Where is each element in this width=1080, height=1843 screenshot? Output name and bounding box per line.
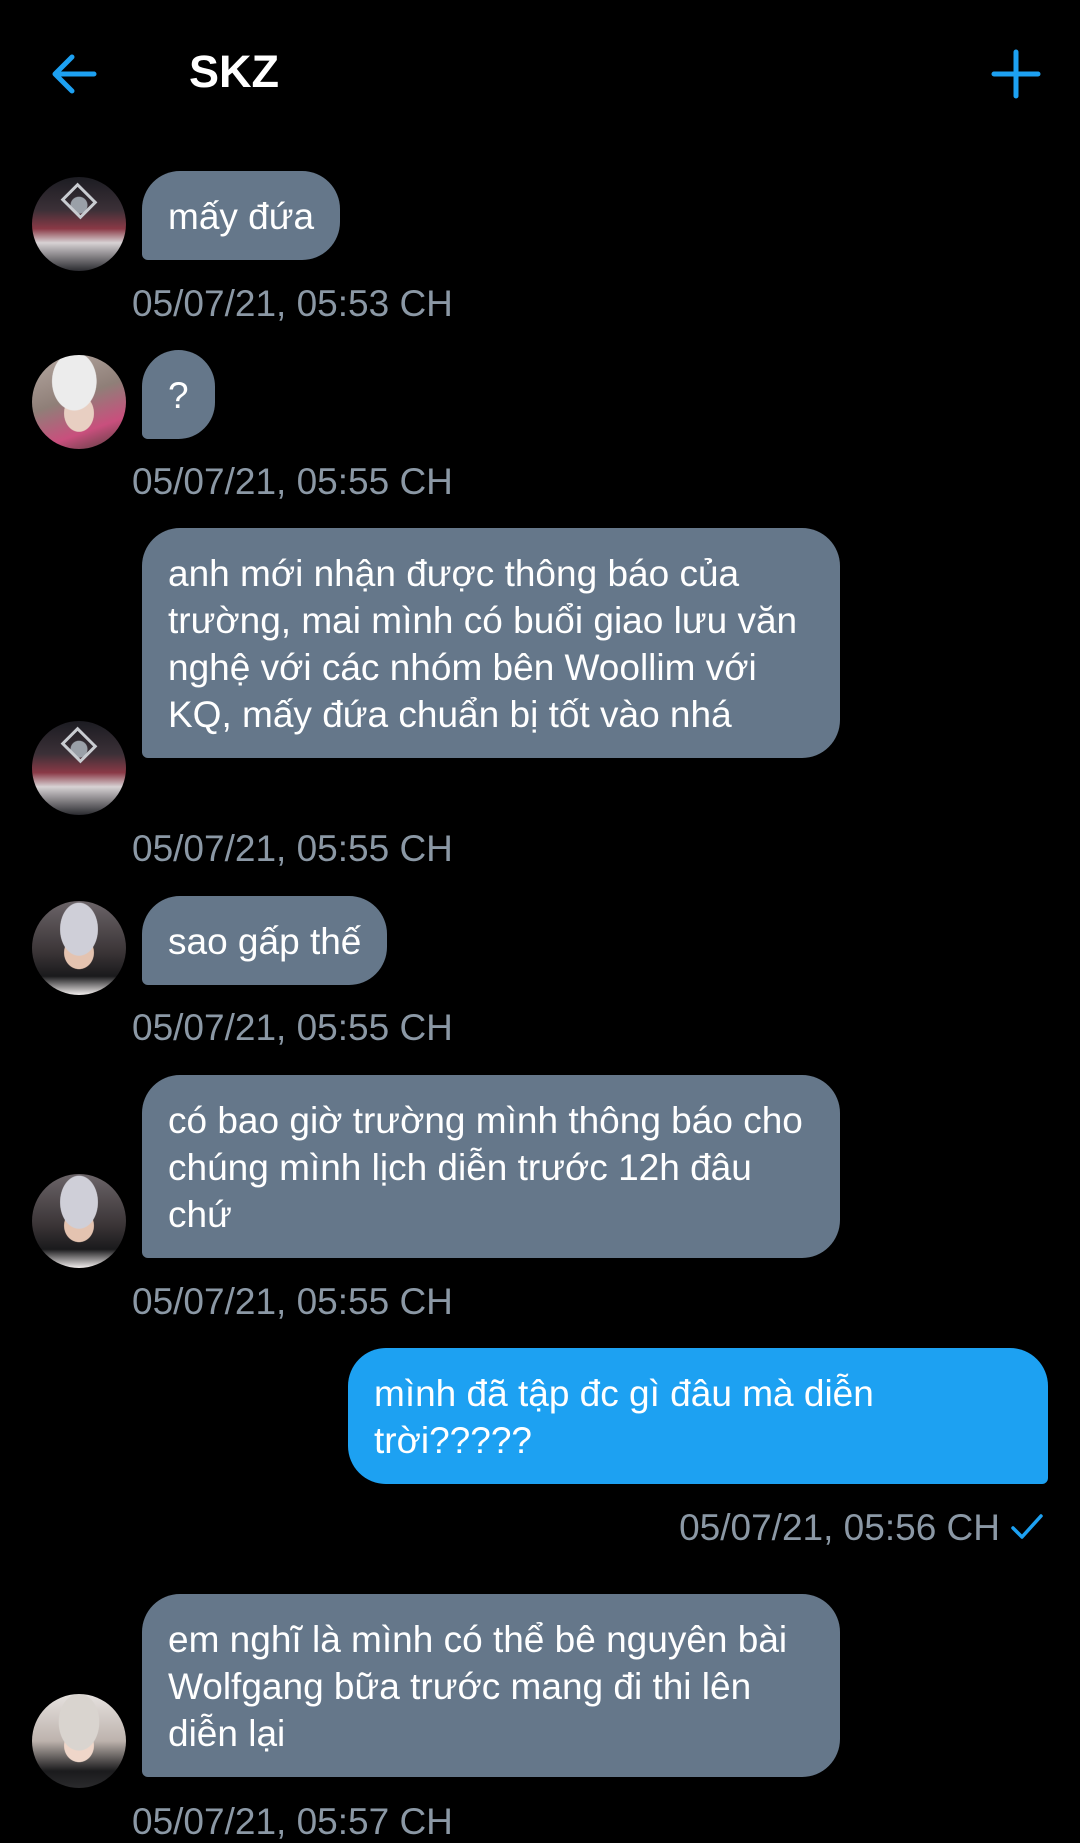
message-timestamp: 05/07/21, 05:55 CH	[132, 461, 453, 502]
message-bubble[interactable]: mấy đứa	[142, 171, 341, 260]
message-bubble[interactable]: em nghĩ là mình có thể bê nguyên bài Wol…	[142, 1594, 840, 1777]
message-timestamp: 05/07/21, 05:55 CH	[132, 828, 453, 869]
avatar[interactable]	[32, 355, 126, 449]
message-bubble[interactable]: anh mới nhận được thông báo của trường, …	[142, 528, 840, 758]
avatar[interactable]	[32, 1174, 126, 1268]
checkmark-icon	[1011, 1514, 1043, 1539]
plus-icon[interactable]	[988, 46, 1044, 102]
message-bubble[interactable]: có bao giờ trường mình thông báo cho chú…	[142, 1075, 840, 1258]
arrow-left-icon[interactable]	[46, 46, 102, 102]
message-timestamp: 05/07/21, 05:53 CH	[132, 283, 453, 324]
avatar[interactable]	[32, 1694, 126, 1788]
message-bubble[interactable]: ?	[142, 350, 215, 439]
message-timestamp: 05/07/21, 05:57 CH	[132, 1801, 453, 1842]
avatar[interactable]	[32, 901, 126, 995]
avatar[interactable]	[32, 177, 126, 271]
message-timestamp: 05/07/21, 05:55 CH	[132, 1281, 453, 1322]
message-bubble-sent[interactable]: mình đã tập đc gì đâu mà diễn trời?????	[348, 1348, 1048, 1484]
conversation-title: SKZ	[189, 46, 279, 97]
message-bubble[interactable]: sao gấp thế	[142, 896, 388, 985]
chat-header: SKZ	[0, 0, 1080, 150]
message-timestamp: 05/07/21, 05:55 CH	[132, 1007, 453, 1048]
chat-screen: SKZ mấy đứa 05/07/21, 05:53 CH ? 05/07/2…	[0, 0, 1080, 1843]
avatar[interactable]	[32, 721, 126, 815]
message-timestamp: 05/07/21, 05:56 CH	[679, 1507, 1000, 1548]
